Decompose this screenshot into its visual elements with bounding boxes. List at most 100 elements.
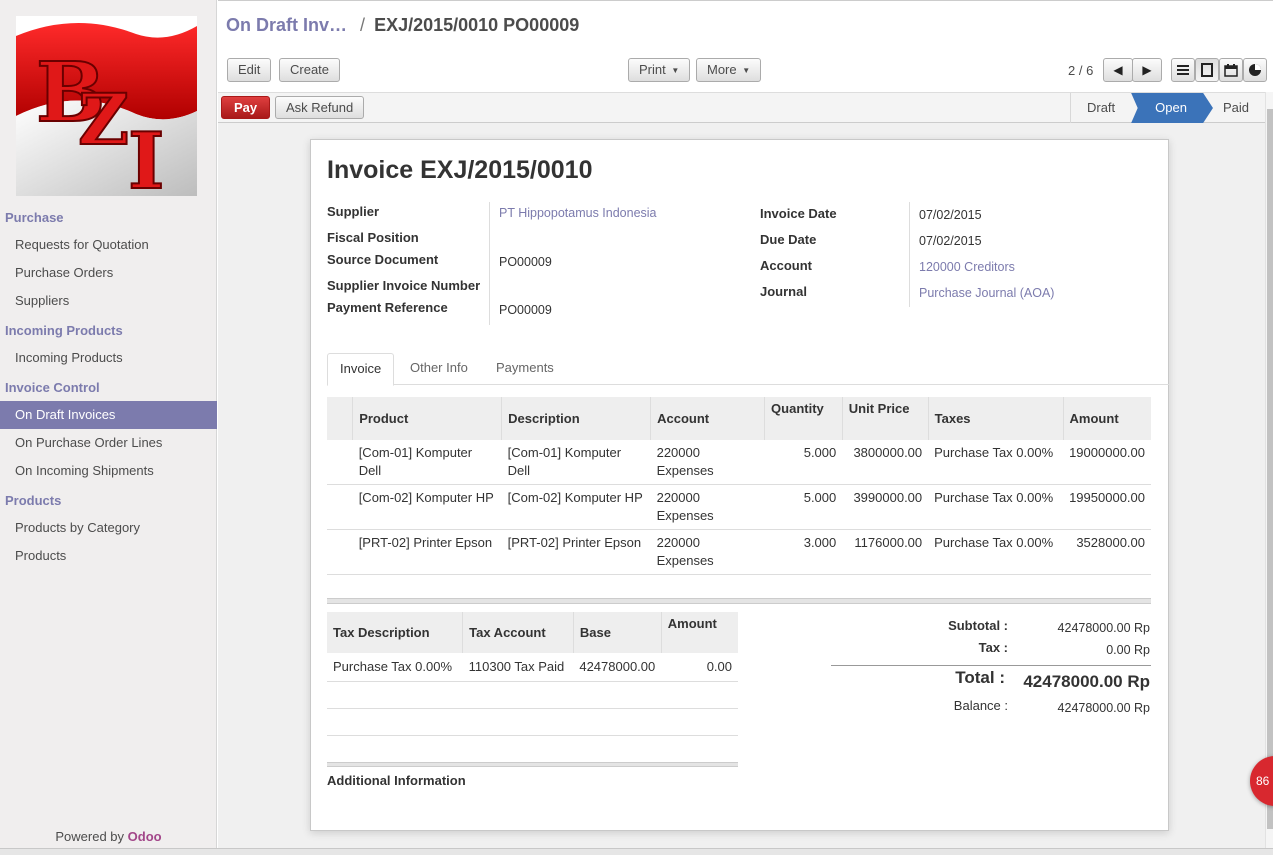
menu-item-products-by-category[interactable]: Products by Category — [0, 514, 217, 542]
column-header-tax-description[interactable]: Tax Description — [327, 612, 463, 653]
menu-item-suppliers[interactable]: Suppliers — [0, 287, 217, 315]
total-label: Total : — [955, 668, 1005, 687]
arrow-right-icon: ▶ — [1142, 63, 1152, 77]
company-logo[interactable]: B Z I — [16, 16, 197, 196]
more-button[interactable]: More ▼ — [696, 58, 762, 82]
supplier-label: Supplier — [327, 204, 380, 219]
cell-tax-description: Purchase Tax 0.00% — [327, 653, 463, 682]
form-icon — [1201, 63, 1213, 77]
column-header-amount[interactable]: Amount — [1062, 397, 1151, 440]
form-view-button[interactable] — [1195, 58, 1219, 82]
cell-tax-account: 110300 Tax Paid — [462, 653, 574, 682]
create-button[interactable]: Create — [279, 58, 341, 82]
subtotal-label: Subtotal : — [948, 618, 1008, 633]
cell-account: 220000 Expenses — [650, 529, 765, 575]
status-step-paid[interactable]: Paid — [1205, 93, 1265, 123]
cell-taxes: Purchase Tax 0.00% — [928, 484, 1064, 530]
breadcrumb: On Draft Inv… / EXJ/2015/0010 PO00009 — [226, 15, 579, 36]
invoice-date-label: Invoice Date — [760, 206, 837, 221]
table-row[interactable]: Purchase Tax 0.00% 110300 Tax Paid 42478… — [327, 653, 738, 682]
account-field[interactable]: 120000 Creditors — [919, 260, 1015, 274]
row-handle — [327, 440, 353, 485]
print-button[interactable]: Print ▼ — [628, 58, 691, 82]
tax-value: 0.00 Rp — [1106, 643, 1150, 657]
calendar-view-button[interactable] — [1219, 58, 1243, 82]
menu-heading-invoice-control: Invoice Control — [5, 380, 100, 395]
cell-description: [Com-02] Komputer HP — [501, 484, 651, 530]
due-date-field[interactable]: 07/02/2015 — [919, 234, 982, 248]
supplier-field[interactable]: PT Hippopotamus Indonesia — [499, 206, 657, 220]
column-header-taxes[interactable]: Taxes — [927, 397, 1064, 440]
section-divider — [327, 762, 738, 767]
graph-view-button[interactable] — [1243, 58, 1267, 82]
invoice-date-field[interactable]: 07/02/2015 — [919, 208, 982, 222]
control-panel: On Draft Inv… / EXJ/2015/0010 PO00009 Ed… — [218, 0, 1273, 92]
more-label: More — [707, 62, 737, 77]
tab-invoice[interactable]: Invoice — [327, 353, 395, 386]
empty-row — [327, 681, 738, 709]
table-row[interactable]: [Com-02] Komputer HP [Com-02] Komputer H… — [327, 484, 1151, 530]
invoice-sheet: Invoice EXJ/2015/0010 Supplier PT Hippop… — [310, 139, 1169, 831]
tab-other-info[interactable]: Other Info — [398, 353, 480, 385]
row-handle — [327, 484, 353, 530]
cell-unit-price: 1176000.00 — [842, 529, 929, 575]
statusbar: Pay Ask Refund Draft Open Paid — [218, 92, 1265, 123]
pager-value: 2 / 6 — [1068, 63, 1094, 78]
column-header-quantity[interactable]: Quantity — [764, 397, 843, 440]
notebook-tabs: Invoice Other Info Payments — [327, 353, 1169, 386]
column-header-tax-account[interactable]: Tax Account — [462, 612, 574, 653]
pie-chart-icon — [1249, 64, 1261, 76]
column-header-tax-amount[interactable]: Amount — [660, 612, 738, 653]
table-header-row: Product Description Account Quantity Uni… — [327, 397, 1151, 440]
tax-lines-table: Tax Description Tax Account Base Amount … — [327, 612, 738, 736]
menu-item-purchase-orders[interactable]: Purchase Orders — [0, 259, 217, 287]
status-steps: Draft Open Paid — [1069, 93, 1265, 123]
list-view-button[interactable] — [1171, 58, 1195, 82]
cell-description: [PRT-02] Printer Epson — [501, 529, 651, 575]
scrollbar-thumb[interactable] — [1267, 109, 1273, 829]
menu-item-on-purchase-order-lines[interactable]: On Purchase Order Lines — [0, 429, 217, 457]
due-date-label: Due Date — [760, 232, 817, 247]
arrow-left-icon: ◀ — [1113, 63, 1123, 77]
tax-label: Tax : — [978, 640, 1008, 655]
odoo-link[interactable]: Odoo — [128, 829, 162, 844]
ask-refund-button[interactable]: Ask Refund — [275, 96, 365, 119]
table-row[interactable]: [Com-01] Komputer Dell [Com-01] Komputer… — [327, 440, 1151, 485]
cell-account: 220000 Expenses — [650, 440, 765, 485]
caret-down-icon: ▼ — [742, 65, 751, 75]
pager-next-button[interactable]: ▶ — [1132, 58, 1162, 82]
cell-product: [Com-01] Komputer Dell — [352, 440, 502, 485]
menu-item-on-incoming-shipments[interactable]: On Incoming Shipments — [0, 457, 217, 485]
account-label: Account — [760, 258, 812, 273]
pay-button[interactable]: Pay — [221, 96, 271, 119]
cell-account: 220000 Expenses — [650, 484, 765, 530]
handle-column-header — [327, 397, 353, 440]
menu-heading-incoming-products: Incoming Products — [5, 323, 123, 338]
menu-item-products[interactable]: Products — [0, 542, 217, 570]
status-step-open[interactable]: Open — [1131, 93, 1213, 123]
column-header-description[interactable]: Description — [501, 397, 651, 440]
column-header-account[interactable]: Account — [650, 397, 765, 440]
menu-item-incoming-products[interactable]: Incoming Products — [0, 344, 217, 372]
invoice-title: Invoice EXJ/2015/0010 — [327, 156, 593, 184]
status-step-draft[interactable]: Draft — [1069, 93, 1131, 123]
calendar-icon — [1224, 64, 1238, 77]
edit-button[interactable]: Edit — [227, 58, 272, 82]
source-document-label: Source Document — [327, 252, 439, 267]
vertical-scrollbar[interactable] — [1265, 92, 1273, 848]
table-row[interactable]: [PRT-02] Printer Epson [PRT-02] Printer … — [327, 529, 1151, 575]
tab-payments[interactable]: Payments — [484, 353, 566, 385]
menu-item-requests-for-quotation[interactable]: Requests for Quotation — [0, 231, 217, 259]
menu-section-purchase: Purchase Requests for Quotation Purchase… — [0, 205, 217, 315]
journal-field[interactable]: Purchase Journal (AOA) — [919, 286, 1054, 300]
invoice-lines-table: Product Description Account Quantity Uni… — [327, 397, 1151, 575]
menu-item-on-draft-invoices[interactable]: On Draft Invoices — [0, 401, 217, 429]
pager-previous-button[interactable]: ◀ — [1103, 58, 1133, 82]
column-header-base[interactable]: Base — [572, 612, 662, 653]
cell-amount: 19000000.00 — [1063, 440, 1151, 485]
breadcrumb-parent[interactable]: On Draft Inv… — [226, 15, 347, 35]
cell-quantity: 5.000 — [764, 484, 843, 530]
breadcrumb-separator: / — [360, 15, 366, 35]
column-header-product[interactable]: Product — [352, 397, 502, 440]
column-header-unit-price[interactable]: Unit Price — [841, 397, 929, 440]
